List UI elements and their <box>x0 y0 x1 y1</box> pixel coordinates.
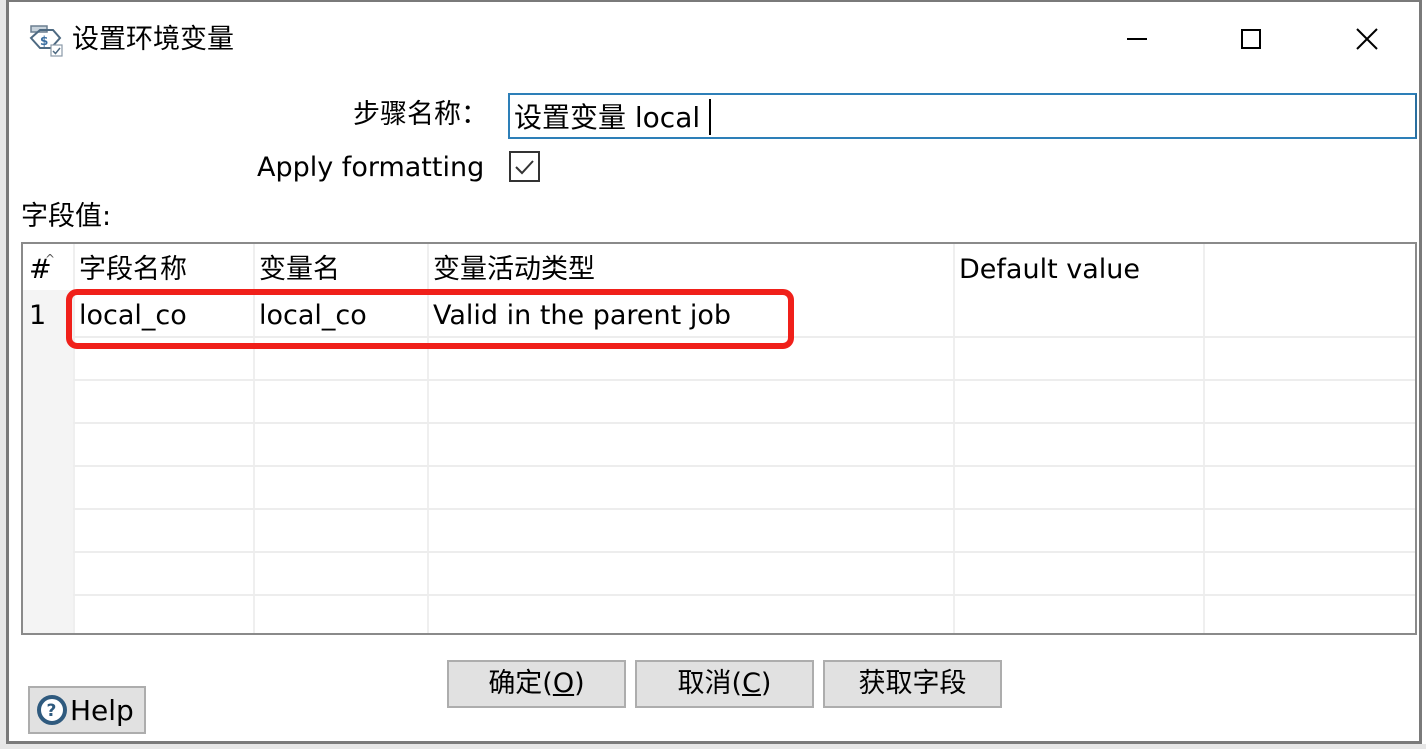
column-divider <box>73 244 75 633</box>
cell-scope[interactable]: Valid in the parent job <box>433 298 731 334</box>
row-number-column <box>23 290 73 633</box>
minimize-icon <box>1127 38 1147 40</box>
column-header-default-value[interactable]: Default value <box>959 252 1140 288</box>
minimize-button[interactable] <box>1107 16 1167 62</box>
fields-label: 字段值: <box>21 201 112 232</box>
cancel-button[interactable]: 取消(C) <box>635 660 814 708</box>
close-button[interactable] <box>1337 16 1397 62</box>
window-title: 设置环境变量 <box>72 24 234 55</box>
help-icon: ? <box>37 695 67 725</box>
svg-text:$: $ <box>40 34 48 48</box>
step-name-label: 步骤名称： <box>353 99 488 130</box>
cell-variable-name[interactable]: local_co <box>259 298 367 334</box>
maximize-button[interactable] <box>1221 16 1281 62</box>
column-divider <box>1203 244 1205 633</box>
row-divider <box>73 551 1415 553</box>
cancel-label: 取消( <box>677 668 743 699</box>
dialog-window: $ 设置环境变量 步骤名称： Apply formatting 字段值: <box>6 0 1422 744</box>
row-divider <box>73 594 1415 596</box>
title-bar: $ 设置环境变量 <box>9 2 1419 76</box>
text-caret <box>709 99 711 135</box>
apply-formatting-checkbox[interactable] <box>509 151 540 182</box>
close-icon <box>1356 28 1378 50</box>
column-divider <box>253 244 255 633</box>
row-divider <box>73 465 1415 467</box>
row-divider <box>73 379 1415 381</box>
get-fields-button[interactable]: 获取字段 <box>823 660 1002 708</box>
help-button[interactable]: ? Help <box>28 686 146 734</box>
ok-label: 确定( <box>488 668 553 699</box>
sort-indicator-icon: ^ <box>45 252 56 266</box>
ok-button[interactable]: 确定(O) <box>447 660 626 708</box>
set-variable-icon: $ <box>29 25 63 57</box>
column-header-field-name[interactable]: 字段名称 <box>79 252 187 288</box>
cancel-mnemonic: C <box>742 668 761 699</box>
cancel-label-tail: ) <box>760 668 772 699</box>
apply-formatting-label: Apply formatting <box>257 152 485 183</box>
ok-mnemonic: O <box>552 668 575 699</box>
row-divider <box>73 422 1415 424</box>
column-divider <box>953 244 955 633</box>
cell-field-name[interactable]: local_co <box>79 298 187 334</box>
column-divider <box>427 244 429 633</box>
row-divider <box>73 336 1415 338</box>
window-shadow-bottom <box>0 744 1426 749</box>
checkmark-icon <box>515 160 534 175</box>
column-header-scope[interactable]: 变量活动类型 <box>433 252 595 288</box>
column-header-variable-name[interactable]: 变量名 <box>259 252 340 288</box>
step-name-input[interactable] <box>508 93 1417 139</box>
ok-label-tail: ) <box>574 668 585 699</box>
row-divider <box>73 508 1415 510</box>
fields-table[interactable]: # ^ 字段名称 变量名 变量活动类型 Default value 1 loca… <box>21 242 1417 635</box>
row-number: 1 <box>29 300 47 331</box>
maximize-icon <box>1241 29 1261 49</box>
svg-text:?: ? <box>47 701 57 721</box>
help-label: Help <box>70 693 134 727</box>
